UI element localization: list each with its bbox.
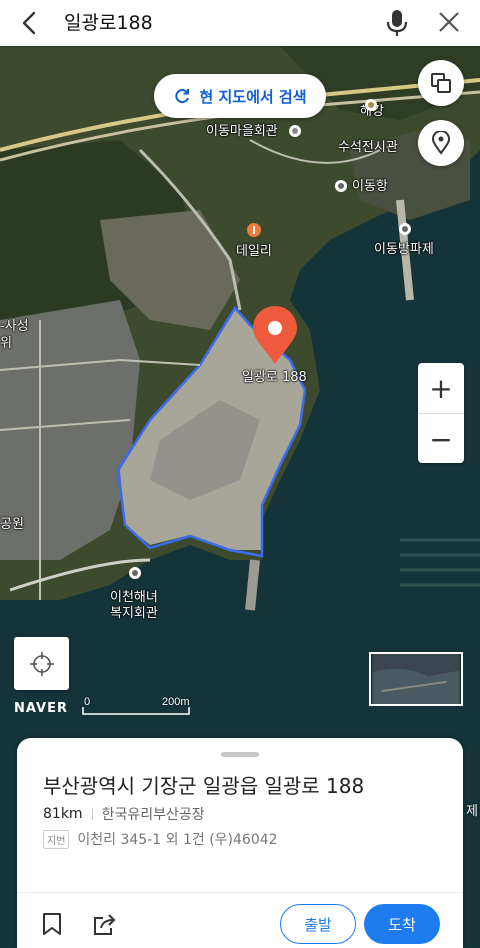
share-icon[interactable] (91, 912, 117, 936)
search-this-area-button[interactable]: 현 지도에서 검색 (154, 74, 326, 118)
sheet-handle[interactable] (221, 752, 259, 757)
crosshair-icon (29, 651, 54, 676)
pin-label[interactable]: 일광로 188 (242, 370, 307, 386)
bookmark-icon[interactable] (41, 912, 63, 936)
my-location-button[interactable] (14, 637, 69, 690)
place-name[interactable]: 한국유리부산공장 (102, 804, 205, 824)
map-thumbnail[interactable] (369, 652, 463, 706)
close-icon[interactable] (436, 9, 462, 35)
zoom-out-button[interactable]: − (418, 414, 464, 464)
place-label-idong-breakwater[interactable]: 이동방파제 (374, 242, 434, 258)
zoom-control: + − (418, 363, 464, 463)
sheet-divider (17, 892, 463, 893)
meta-divider (91, 808, 93, 820)
place-label-left-edge-1[interactable]: -사성 (0, 319, 29, 335)
place-label-left-edge-2[interactable]: 위 (0, 336, 12, 352)
location-marker-icon[interactable] (250, 306, 300, 366)
search-bar: 일광로188 (0, 0, 480, 46)
back-icon[interactable] (16, 9, 44, 37)
poi-welfare-icon (129, 567, 141, 579)
place-label-idong-port[interactable]: 이동항 (352, 179, 388, 195)
search-this-area-label: 현 지도에서 검색 (199, 87, 307, 106)
poi-breakwater-icon (399, 223, 411, 235)
jibun-tag: 지번 (43, 829, 70, 849)
mic-icon[interactable] (384, 8, 410, 38)
address-title: 부산광역시 기장군 일광읍 일광로 188 (43, 774, 365, 798)
depart-button[interactable]: 출발 (280, 904, 356, 944)
poi-restaurant-icon (247, 223, 261, 237)
poi-dot-icon (289, 125, 301, 137)
place-label-edge[interactable]: 제 (466, 800, 478, 819)
naver-logo: NAVER (14, 701, 69, 716)
place-label-icheon-2[interactable]: 복지회관 (110, 606, 158, 622)
distance: 81km (43, 806, 83, 822)
refresh-icon (175, 89, 190, 104)
arrive-button[interactable]: 도착 (364, 904, 440, 944)
scale-line (82, 707, 190, 715)
jibun-row: 지번 이천리 345-1 외 1건 (우)46042 (43, 829, 278, 849)
place-info-sheet[interactable]: 부산광역시 기장군 일광읍 일광로 188 81km 한국유리부산공장 지번 이… (17, 738, 463, 948)
poi-museum-icon (365, 99, 377, 111)
location-pin-icon (431, 131, 451, 155)
layers-button[interactable] (418, 60, 464, 106)
place-label-daily[interactable]: 데일리 (236, 244, 272, 260)
my-places-button[interactable] (418, 120, 464, 166)
place-label-park[interactable]: 공원 (0, 517, 24, 533)
jibun-value: 이천리 345-1 외 1건 (우)46042 (77, 832, 278, 848)
place-label-haegang-2[interactable]: 수석전시관 (338, 140, 398, 156)
poi-port-icon (335, 180, 347, 192)
search-query[interactable]: 일광로188 (64, 10, 153, 36)
zoom-in-button[interactable]: + (418, 363, 464, 413)
place-meta: 81km 한국유리부산공장 (43, 804, 205, 824)
place-label-idong-village[interactable]: 이동마을회관 (206, 124, 278, 140)
layers-icon (431, 73, 451, 93)
place-label-icheon-1[interactable]: 이천해녀 (110, 590, 158, 606)
